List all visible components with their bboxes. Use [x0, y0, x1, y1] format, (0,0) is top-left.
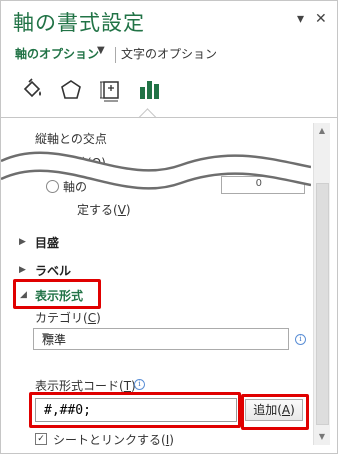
expand-tickmarks-icon[interactable]: ▶: [19, 237, 26, 247]
section-labels[interactable]: ラベル: [35, 262, 71, 279]
close-button[interactable]: ✕: [315, 11, 327, 27]
scroll-down-icon[interactable]: ▼: [314, 429, 330, 445]
chevron-down-icon: ▼: [42, 332, 49, 342]
size-properties-icon[interactable]: [98, 77, 124, 103]
section-tickmarks[interactable]: 目盛: [35, 234, 59, 251]
scroll-thumb[interactable]: [316, 183, 329, 425]
collapse-number-icon[interactable]: ◢: [20, 290, 27, 300]
scroll-up-icon[interactable]: ▲: [314, 123, 330, 139]
tab-axis-options[interactable]: 軸のオプション: [15, 45, 99, 62]
category-select[interactable]: 標準 ▼: [33, 328, 289, 350]
radio-max-label: 定する(V): [77, 203, 131, 217]
format-axis-pane: 軸の書式設定 ▾ ✕ 軸のオプション ▼ 文字のオプション ▲ ▼ 縦軸との交点…: [0, 0, 338, 454]
pane-title: 軸の書式設定: [13, 11, 145, 35]
effects-pentagon-icon[interactable]: [58, 77, 84, 103]
tab-text-options[interactable]: 文字のオプション: [121, 45, 217, 62]
vertical-scrollbar[interactable]: ▲ ▼: [313, 123, 330, 445]
format-code-input[interactable]: [35, 398, 237, 422]
expand-labels-icon[interactable]: ▶: [19, 265, 26, 275]
torn-edge-wave: [1, 151, 311, 190]
info-icon[interactable]: i: [134, 379, 145, 390]
header-divider: [1, 117, 337, 118]
pane-menu-button[interactable]: ▾: [297, 11, 304, 27]
section-number[interactable]: 表示形式: [35, 287, 83, 304]
tab-divider: [115, 47, 116, 63]
category-label: カテゴリ(C): [35, 311, 101, 325]
format-code-textbox[interactable]: [42, 402, 226, 419]
link-to-source-label: シートとリンクする(I): [53, 433, 174, 447]
info-icon[interactable]: i: [295, 334, 306, 345]
fill-line-icon[interactable]: [19, 77, 45, 103]
axis-options-bar-icon[interactable]: [137, 77, 163, 103]
link-to-source-checkbox[interactable]: ✓: [35, 433, 47, 445]
add-button[interactable]: 追加(A): [245, 399, 303, 421]
chevron-down-icon[interactable]: ▼: [97, 45, 105, 56]
